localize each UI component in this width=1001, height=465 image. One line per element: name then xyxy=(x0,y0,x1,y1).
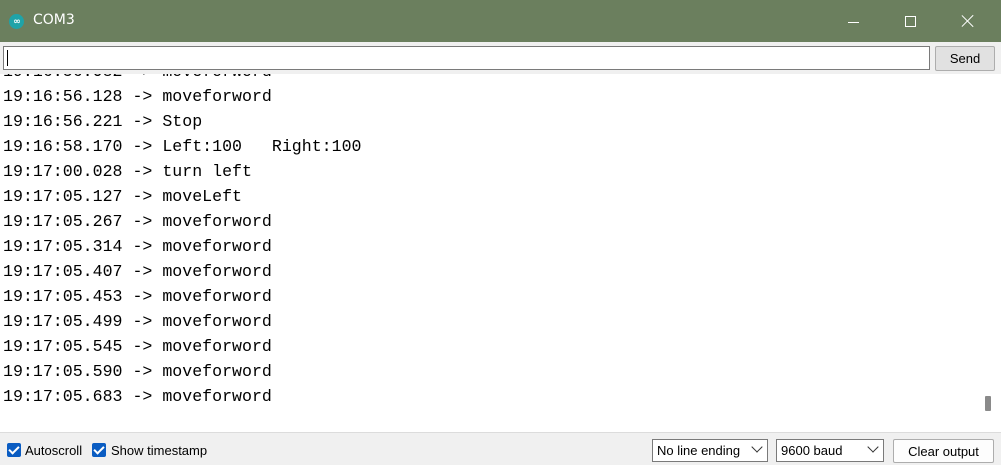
scrollbar-thumb[interactable] xyxy=(985,396,991,411)
minimize-icon xyxy=(847,21,859,23)
status-bar: Autoscroll Show timestamp No line ending… xyxy=(0,432,1001,465)
output-line: 19:17:05.683 -> moveforword xyxy=(3,387,272,406)
close-icon xyxy=(961,14,975,28)
show-timestamp-checkbox[interactable] xyxy=(92,443,106,457)
maximize-button[interactable] xyxy=(881,0,939,42)
minimize-button[interactable] xyxy=(824,0,882,42)
send-button[interactable]: Send xyxy=(935,46,995,71)
close-button[interactable] xyxy=(939,0,997,42)
output-line: 19:17:05.267 -> moveforword xyxy=(3,212,272,231)
output-line: 19:17:00.028 -> turn left xyxy=(3,162,252,181)
chevron-down-icon xyxy=(751,441,763,453)
output-lines: 19:16:56.082 -> moveforword 19:16:56.128 … xyxy=(3,74,361,409)
serial-output[interactable]: 19:16:56.082 -> moveforword 19:16:56.128 … xyxy=(0,74,1001,432)
autoscroll-label[interactable]: Autoscroll xyxy=(25,443,82,458)
output-line: 19:17:05.453 -> moveforword xyxy=(3,287,272,306)
line-ending-select[interactable]: No line ending xyxy=(652,439,768,462)
output-line: 19:16:56.082 -> moveforword xyxy=(3,74,361,84)
show-timestamp-label[interactable]: Show timestamp xyxy=(111,443,207,458)
output-line: 19:17:05.407 -> moveforword xyxy=(3,262,272,281)
title-bar: ∞ COM3 xyxy=(0,0,1001,42)
serial-input[interactable] xyxy=(3,46,930,70)
vertical-scrollbar[interactable] xyxy=(980,74,1000,432)
baud-rate-select[interactable]: 9600 baud xyxy=(776,439,884,462)
output-line: 19:17:05.499 -> moveforword xyxy=(3,312,272,331)
window-title: COM3 xyxy=(33,12,75,28)
output-line: 19:16:56.128 -> moveforword xyxy=(3,87,272,106)
output-line: 19:17:05.590 -> moveforword xyxy=(3,362,272,381)
autoscroll-checkbox[interactable] xyxy=(7,443,21,457)
output-line: 19:17:05.314 -> moveforword xyxy=(3,237,272,256)
arduino-icon: ∞ xyxy=(9,14,24,29)
text-caret xyxy=(7,50,8,66)
output-line: 19:17:05.545 -> moveforword xyxy=(3,337,272,356)
maximize-icon xyxy=(904,15,916,27)
output-line: 19:17:05.127 -> moveLeft xyxy=(3,187,242,206)
output-line: 19:16:56.221 -> Stop xyxy=(3,112,203,131)
baud-rate-value: 9600 baud xyxy=(781,443,843,458)
chevron-down-icon xyxy=(867,441,879,453)
line-ending-value: No line ending xyxy=(657,443,741,458)
send-bar: Send xyxy=(0,42,1001,74)
output-line: 19:16:58.170 -> Left:100 Right:100 xyxy=(3,137,362,156)
clear-output-button[interactable]: Clear output xyxy=(893,439,994,463)
